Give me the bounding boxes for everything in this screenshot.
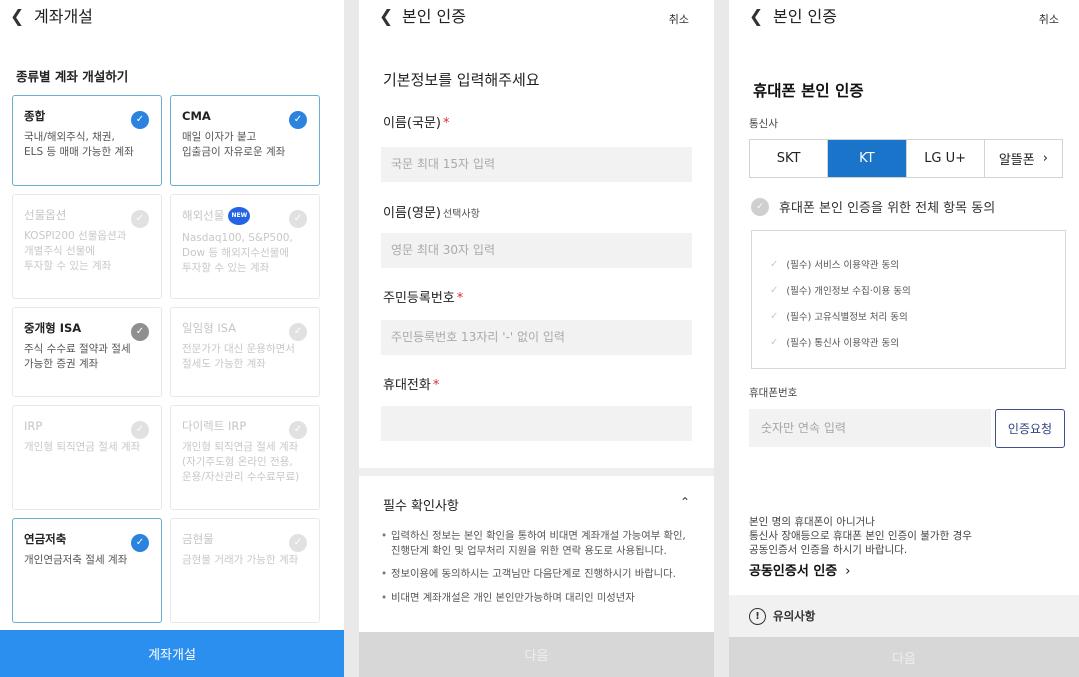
name-en-input[interactable]: 영문 최대 30자 입력 [381, 233, 692, 268]
term-item[interactable]: ✓ (필수) 서비스 이용약관 동의 [770, 251, 1047, 277]
required-mark: * [456, 291, 464, 306]
rrn-input[interactable]: 주민등록번호 13자리 '-' 없이 입력 [381, 320, 692, 355]
account-card-discretionary-isa[interactable]: 일임형 ISA 전문가가 대신 운용하면서 절세도 가능한 계좌 ✓ [170, 307, 320, 397]
section-divider [359, 468, 714, 476]
top-bar: ❮ 본인 인증 취소 [359, 0, 714, 36]
card-desc: 개인형 퇴직연금 절세 계좌 (자기주도형 온라인 전용, 운용/자산관리 수수… [182, 441, 300, 483]
check-icon: ✓ [131, 210, 149, 228]
agree-all-label: 휴대폰 본인 인증을 위한 전체 항목 동의 [779, 201, 996, 216]
account-card-direct-irp[interactable]: 다이렉트 IRP 개인형 퇴직연금 절세 계좌 (자기주도형 온라인 전용, 운… [170, 405, 320, 510]
phone-input[interactable] [381, 406, 692, 441]
check-icon: ✓ [289, 534, 307, 552]
required-mark: * [442, 116, 450, 131]
carrier-lgu[interactable]: LG U+ [907, 140, 985, 177]
next-button[interactable]: 다음 [359, 632, 714, 677]
identity-info-screen: ❮ 본인 인증 취소 기본정보를 입력해주세요 이름(국문) * 국문 최대 15… [359, 0, 714, 677]
check-icon: ✓ [131, 111, 149, 129]
card-desc: 금현물 거래가 가능한 계좌 [182, 554, 299, 566]
account-card-gold[interactable]: 금현물 금현물 거래가 가능한 계좌 ✓ [170, 518, 320, 623]
notice-list: 입력하신 정보는 본인 확인을 통하여 비대면 계좌개설 가능여부 확인, 진행… [381, 529, 696, 614]
name-kr-input[interactable]: 국문 최대 15자 입력 [381, 147, 692, 182]
chevron-right-icon: › [1042, 151, 1048, 166]
check-icon: ✓ [770, 310, 779, 322]
chevron-up-icon[interactable]: ⌃ [680, 495, 690, 509]
carrier-skt[interactable]: SKT [750, 140, 829, 177]
check-icon: ✓ [131, 421, 149, 439]
alternative-info-text: 본인 명의 휴대폰이 아니거나 통신사 장애등으로 휴대폰 본인 인증이 불가한… [749, 516, 972, 556]
top-bar: ❮ 계좌개설 [0, 0, 344, 36]
phone-label: 휴대전화 * [383, 378, 440, 393]
required-notice-title[interactable]: 필수 확인사항 [383, 495, 459, 514]
section-title: 종류별 계좌 개설하기 [16, 69, 129, 84]
account-card-pension-savings[interactable]: 연금저축 개인연금저축 절세 계좌 ✓ [12, 518, 162, 623]
account-card-brokerage-isa[interactable]: 중개형 ISA 주식 수수료 절약과 절세 가능한 증권 계좌 ✓ [12, 307, 162, 397]
back-arrow-icon[interactable]: ❮ [10, 5, 28, 29]
optional-note: 선택사항 [442, 209, 480, 220]
name-kr-label: 이름(국문) * [383, 116, 450, 131]
page-title: 본인 인증 [402, 7, 466, 26]
card-desc: 전문가가 대신 운용하면서 절세도 가능한 계좌 [182, 343, 295, 370]
chevron-right-icon: › [845, 564, 851, 579]
cancel-button[interactable]: 취소 [669, 11, 689, 27]
check-icon: ✓ [289, 323, 307, 341]
check-icon: ✓ [131, 323, 149, 341]
card-desc: Nasdaq100, S&P500, Dow 등 해외지수선물에 투자할 수 있… [182, 232, 293, 274]
certificate-auth-link[interactable]: 공동인증서 인증 › [749, 560, 850, 579]
carrier-kt[interactable]: KT [828, 140, 907, 177]
list-item: 비대면 계좌개설은 개인 본인만가능하며 대리인 미성년자 [381, 591, 696, 606]
open-account-button[interactable]: 계좌개설 [0, 630, 344, 677]
phone-verification-screen: ❮ 본인 인증 취소 휴대폰 본인 인증 통신사 SKT KT LG U+ 알뜰… [729, 0, 1079, 677]
terms-list: ✓ (필수) 서비스 이용약관 동의 ✓ (필수) 개인정보 수집·이용 동의 ✓(… [751, 230, 1066, 369]
page-title: 본인 인증 [773, 7, 837, 26]
card-name: 해외선물 [182, 208, 225, 223]
card-desc: KOSPI200 선물옵션과 개별주식 선물에 투자할 수 있는 계좌 [24, 230, 127, 272]
required-mark: * [432, 378, 440, 393]
notice-section[interactable]: ! 유의사항 [729, 595, 1079, 637]
next-button[interactable]: 다음 [729, 637, 1079, 677]
list-item: 정보이용에 동의하시는 고객님만 다음단계로 진행하시기 바랍니다. [381, 567, 696, 582]
list-item: 입력하신 정보는 본인 확인을 통하여 비대면 계좌개설 가능여부 확인, 진행… [381, 529, 696, 558]
agree-all-checkbox[interactable]: ✓ 휴대폰 본인 인증을 위한 전체 항목 동의 [751, 197, 995, 216]
cancel-button[interactable]: 취소 [1039, 11, 1059, 27]
name-en-label: 이름(영문) 선택사항 [383, 206, 480, 221]
account-open-screen: ❮ 계좌개설 종류별 계좌 개설하기 종합 국내/해외주식, 채권, ELS 등… [0, 0, 344, 677]
back-arrow-icon[interactable]: ❮ [749, 5, 767, 29]
check-icon: ✓ [131, 534, 149, 552]
phone-number-label: 휴대폰번호 [749, 387, 798, 399]
request-verification-button[interactable]: 인증요청 [995, 409, 1065, 448]
exclamation-icon: ! [749, 607, 766, 625]
form-heading: 기본정보를 입력해주세요 [383, 71, 540, 89]
card-desc: 매일 이자가 붙고 입출금이 자유로운 계좌 [182, 131, 286, 158]
check-icon: ✓ [770, 336, 779, 348]
check-icon: ✓ [289, 421, 307, 439]
account-card-general[interactable]: 종합 국내/해외주식, 채권, ELS 등 매매 가능한 계좌 ✓ [12, 95, 162, 186]
account-card-futures-options[interactable]: 선물옵션 KOSPI200 선물옵션과 개별주식 선물에 투자할 수 있는 계좌… [12, 194, 162, 299]
check-icon: ✓ [770, 284, 779, 296]
term-item[interactable]: ✓ (필수) 고유식별정보 처리 동의 [770, 303, 1047, 329]
card-desc: 주식 수수료 절약과 절세 가능한 증권 계좌 [24, 343, 131, 370]
check-icon: ✓ [289, 210, 307, 228]
card-desc: 개인형 퇴직연금 절세 계좌 [24, 441, 141, 453]
page-title: 계좌개설 [34, 7, 93, 26]
check-icon: ✓ [289, 111, 307, 129]
term-item[interactable]: ✓ (필수) 통신사 이용약관 동의 [770, 329, 1047, 355]
card-desc: 국내/해외주식, 채권, ELS 등 매매 가능한 계좌 [24, 131, 134, 158]
account-card-cma[interactable]: CMA 매일 이자가 붙고 입출금이 자유로운 계좌 ✓ [170, 95, 320, 186]
notice-label: 유의사항 [773, 609, 816, 623]
new-badge: NEW [228, 207, 251, 225]
check-circle-icon: ✓ [751, 197, 769, 216]
phone-number-input[interactable]: 숫자만 연속 입력 [749, 409, 991, 447]
term-item[interactable]: ✓ (필수) 개인정보 수집·이용 동의 [770, 277, 1047, 303]
check-icon: ✓ [770, 258, 779, 270]
account-card-overseas-futures[interactable]: 해외선물 NEW Nasdaq100, S&P500, Dow 등 해외지수선물에… [170, 194, 320, 299]
account-card-irp[interactable]: IRP 개인형 퇴직연금 절세 계좌 ✓ [12, 405, 162, 510]
back-arrow-icon[interactable]: ❮ [379, 5, 397, 29]
carrier-label: 통신사 [749, 118, 778, 130]
rrn-label: 주민등록번호 * [383, 291, 464, 306]
top-bar: ❮ 본인 인증 취소 [729, 0, 1079, 36]
card-desc: 개인연금저축 절세 계좌 [24, 554, 128, 566]
verification-heading: 휴대폰 본인 인증 [753, 82, 864, 100]
carrier-selector: SKT KT LG U+ 알뜰폰 › [749, 139, 1063, 178]
carrier-mvno[interactable]: 알뜰폰 › [985, 140, 1062, 177]
